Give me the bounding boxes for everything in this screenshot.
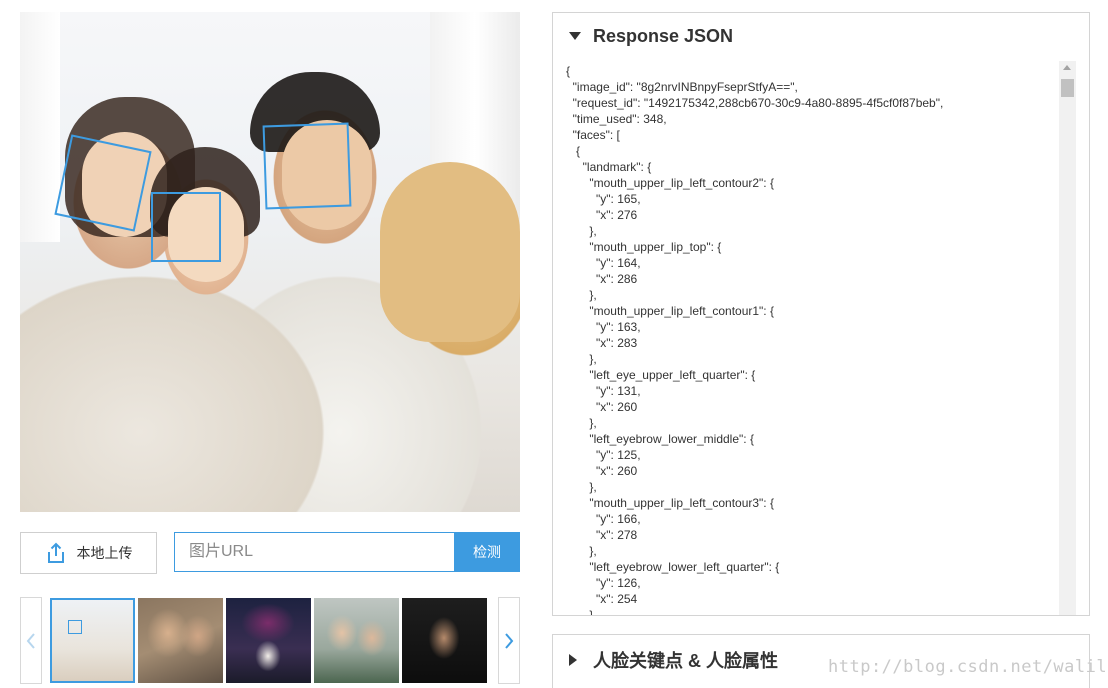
json-line: },: [566, 288, 597, 302]
json-line: "y": 164,: [566, 256, 641, 270]
collapse-triangle-icon: [569, 32, 581, 40]
thumbnail-elderly-couple[interactable]: [314, 598, 399, 683]
json-line: }: [566, 608, 594, 615]
url-input-group: 检测: [174, 532, 520, 572]
json-line: "request_id": "1492175342,288cb670-30c9-…: [566, 96, 944, 110]
scrollbar-thumb[interactable]: [1061, 79, 1074, 97]
json-line: "left_eyebrow_lower_middle": {: [566, 432, 754, 446]
json-line: "mouth_upper_lip_left_contour3": {: [566, 496, 774, 510]
scroll-up-icon[interactable]: [1063, 65, 1071, 70]
upload-icon: [47, 542, 64, 563]
json-line: "landmark": {: [566, 160, 652, 174]
json-line: "mouth_upper_lip_top": {: [566, 240, 722, 254]
face-box: [262, 122, 352, 210]
json-line: "x": 286: [566, 272, 638, 286]
thumbnail-women[interactable]: [138, 598, 223, 683]
local-upload-label: 本地上传: [76, 545, 133, 561]
response-json-header[interactable]: Response JSON: [553, 13, 1089, 59]
curtain-left: [20, 12, 60, 242]
expand-triangle-icon: [569, 654, 577, 666]
json-content[interactable]: { "image_id": "8g2nrvINBnpyFseprStfyA=="…: [553, 61, 1075, 615]
json-line: "faces": [: [566, 128, 620, 142]
json-line: },: [566, 480, 597, 494]
json-line: {: [566, 64, 571, 78]
json-line: "x": 254: [566, 592, 638, 606]
json-line: "time_used": 348,: [566, 112, 667, 126]
thumbnail-next-button[interactable]: [498, 597, 520, 684]
dog: [380, 162, 520, 342]
json-line: "mouth_upper_lip_left_contour1": {: [566, 304, 774, 318]
json-line: "left_eye_upper_left_quarter": {: [566, 368, 756, 382]
chevron-right-icon: [505, 632, 514, 649]
json-line: {: [566, 144, 581, 158]
local-upload-button[interactable]: 本地上传: [20, 532, 157, 574]
image-url-input[interactable]: [174, 532, 454, 572]
json-line: },: [566, 416, 597, 430]
json-line: "image_id": "8g2nrvINBnpyFseprStfyA==",: [566, 80, 798, 94]
json-line: },: [566, 224, 597, 238]
json-line: "y": 163,: [566, 320, 641, 334]
face-attributes-title: 人脸关键点 & 人脸属性: [593, 651, 779, 671]
json-line: "y": 126,: [566, 576, 641, 590]
json-line: "y": 131,: [566, 384, 641, 398]
face-box: [151, 192, 221, 262]
json-line: "left_eyebrow_lower_left_quarter": {: [566, 560, 780, 574]
json-line: "x": 276: [566, 208, 638, 222]
json-line: "mouth_upper_lip_left_contour2": {: [566, 176, 774, 190]
json-line: "x": 283: [566, 336, 638, 350]
json-line: "y": 165,: [566, 192, 641, 206]
json-line: "y": 125,: [566, 448, 641, 462]
json-line: },: [566, 544, 597, 558]
thumbnail-opera[interactable]: [226, 598, 311, 683]
chevron-left-icon: [26, 632, 35, 649]
json-line: "x": 278: [566, 528, 638, 542]
face-detection-demo-page: 本地上传 检测 Response JSON { "image_id": "8g2…: [0, 0, 1108, 688]
watermark: http://blog.csdn.net/walilk: [828, 657, 1108, 677]
thumbnail-sunglasses-man[interactable]: [402, 598, 487, 683]
json-line: "x": 260: [566, 400, 638, 414]
face-box: [68, 620, 82, 634]
json-scrollbar[interactable]: [1059, 61, 1076, 615]
response-json-title: Response JSON: [593, 25, 734, 46]
thumbnail-family[interactable]: [50, 598, 135, 683]
family-photo: [20, 12, 520, 512]
json-line: "x": 260: [566, 464, 638, 478]
json-line: "y": 166,: [566, 512, 641, 526]
thumbnail-prev-button[interactable]: [20, 597, 42, 684]
response-json-panel: Response JSON { "image_id": "8g2nrvINBnp…: [552, 12, 1090, 616]
face-box: [54, 134, 152, 232]
detect-button[interactable]: 检测: [454, 532, 520, 572]
json-line: },: [566, 352, 597, 366]
